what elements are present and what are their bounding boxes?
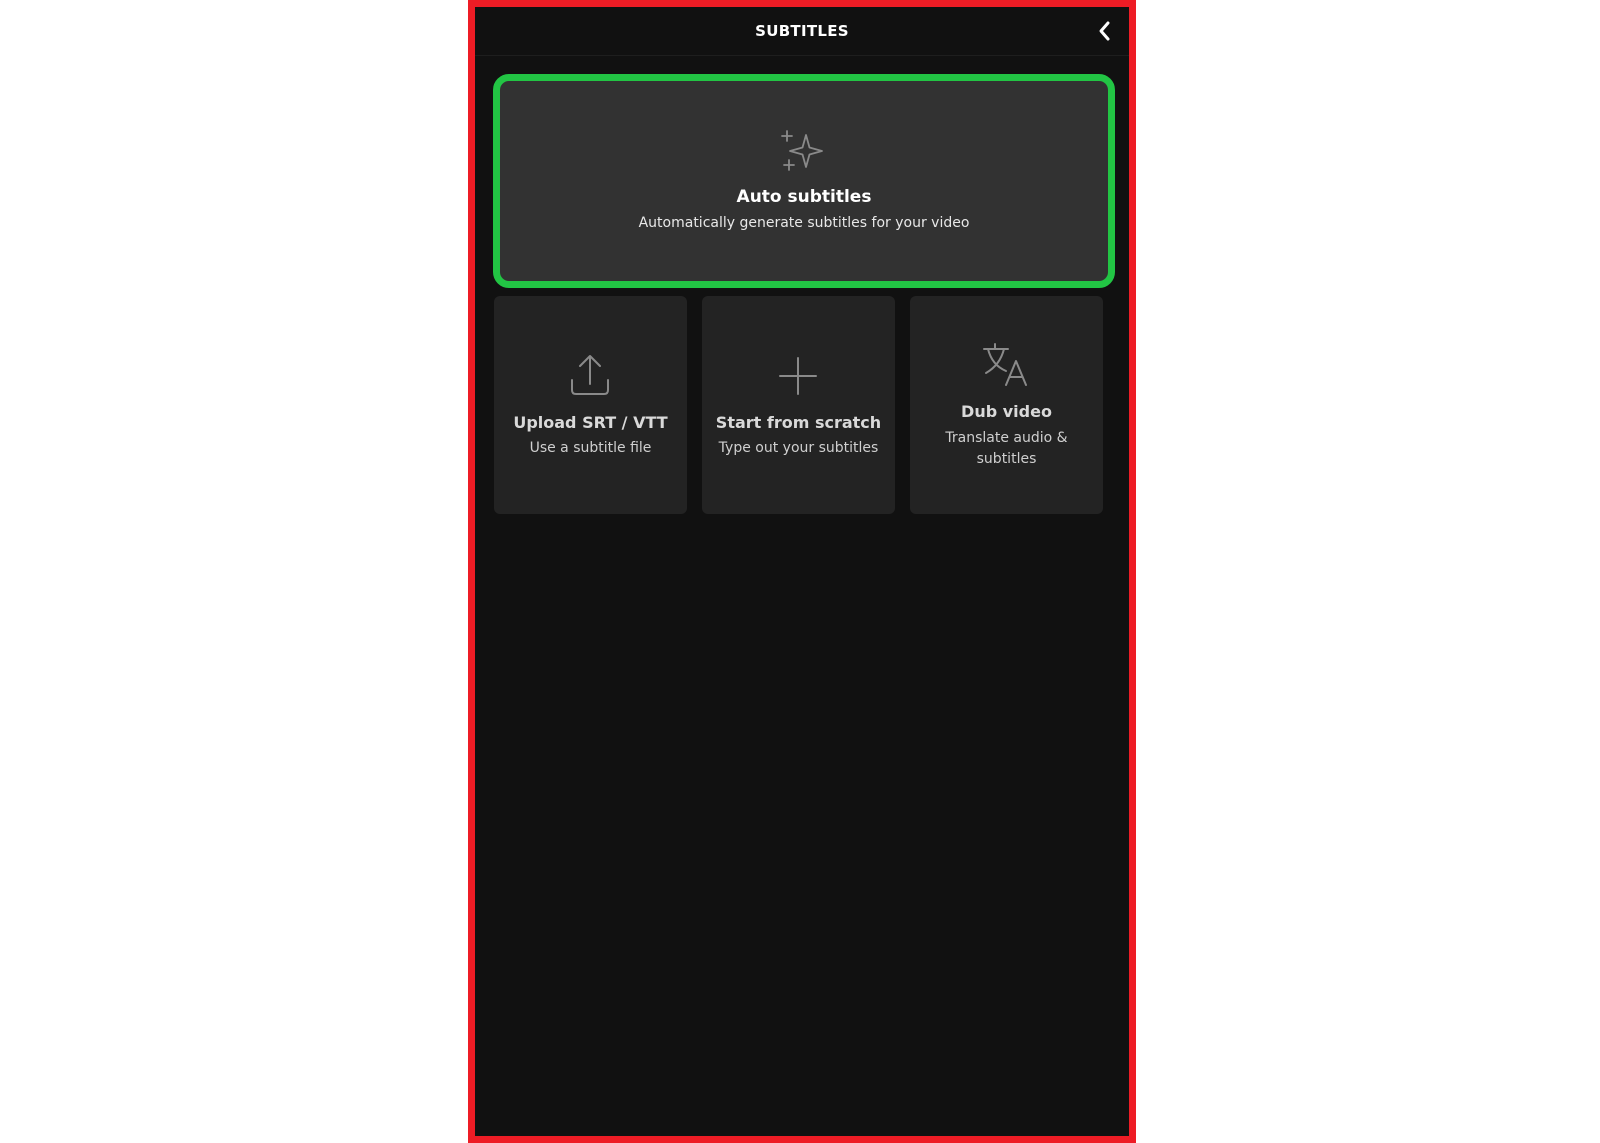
translate-icon: [983, 343, 1027, 386]
auto-subtitles-title: Auto subtitles: [736, 187, 872, 207]
panel-title: SUBTITLES: [755, 22, 849, 40]
upload-srt-vtt-card[interactable]: Upload SRT / VTT Use a subtitle file: [494, 296, 687, 514]
plus-icon: [779, 357, 817, 395]
panel-header: SUBTITLES: [475, 7, 1129, 56]
auto-subtitles-card[interactable]: Auto subtitles Automatically generate su…: [493, 74, 1115, 288]
sparkles-icon: [781, 130, 823, 171]
start-from-scratch-card[interactable]: Start from scratch Type out your subtitl…: [702, 296, 895, 514]
subtitles-panel: SUBTITLES Auto subtitles Automatically g…: [468, 0, 1136, 1143]
start-from-scratch-title: Start from scratch: [715, 413, 882, 432]
dub-video-card[interactable]: Dub video Translate audio & subtitles: [910, 296, 1103, 514]
upload-srt-vtt-title: Upload SRT / VTT: [513, 413, 668, 432]
start-from-scratch-description: Type out your subtitles: [718, 440, 879, 456]
auto-subtitles-description: Automatically generate subtitles for you…: [638, 215, 970, 231]
upload-icon: [571, 355, 609, 395]
dub-video-title: Dub video: [961, 402, 1052, 421]
back-button[interactable]: [1091, 17, 1119, 45]
dub-video-description: Translate audio & subtitles: [945, 430, 1068, 467]
chevron-left-icon: [1099, 21, 1110, 41]
upload-srt-vtt-description: Use a subtitle file: [529, 440, 652, 456]
